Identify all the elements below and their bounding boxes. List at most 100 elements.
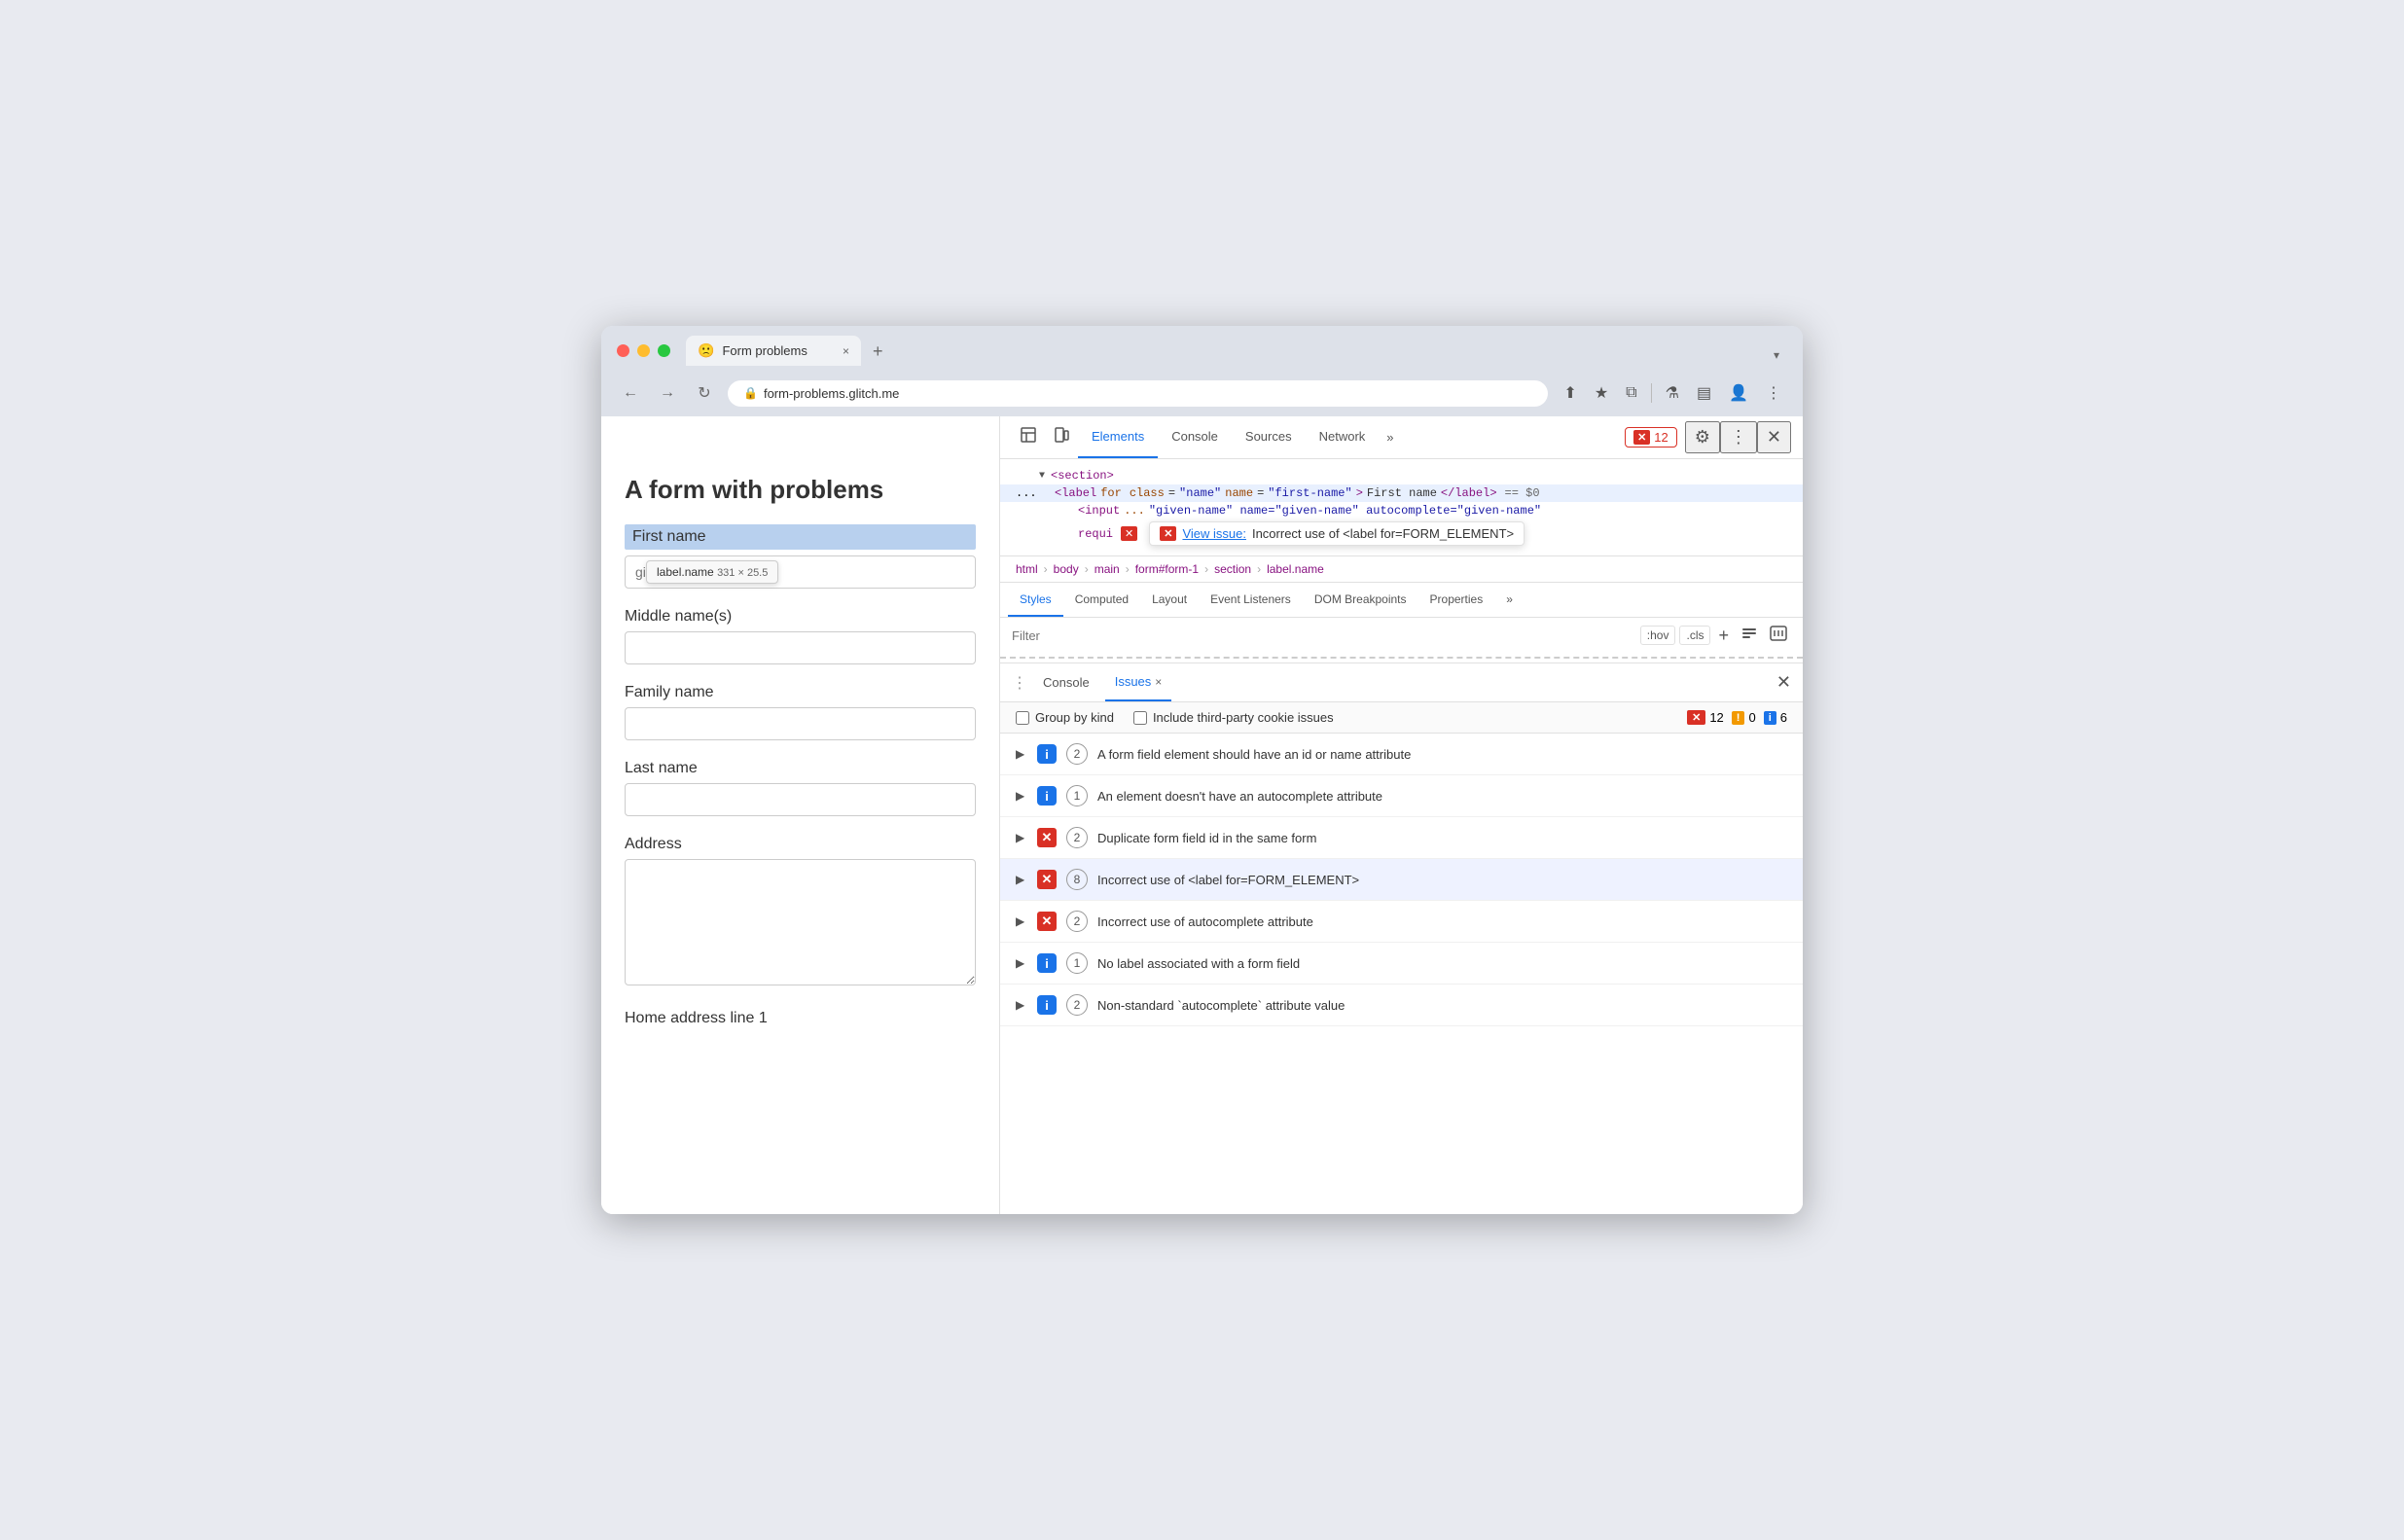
breadcrumb-label[interactable]: label.name — [1263, 560, 1328, 578]
error-count-text: 12 — [1654, 430, 1668, 445]
tab-close-button[interactable]: × — [843, 344, 849, 358]
issues-tab-item[interactable]: Issues × — [1105, 663, 1172, 701]
inline-tooltip-link[interactable]: View issue: — [1182, 526, 1246, 541]
html-error-icon: ✕ — [1121, 526, 1137, 541]
styles-more-tabs[interactable]: » — [1494, 583, 1525, 617]
group-by-kind-checkbox[interactable]: Group by kind — [1016, 710, 1114, 725]
third-party-checkbox[interactable]: Include third-party cookie issues — [1133, 710, 1334, 725]
html-line-input: <input ... "given-name" name="given-name… — [1000, 502, 1803, 519]
styles-panel: Styles Computed Layout Event Listeners D… — [1000, 583, 1803, 663]
issue-row-2[interactable]: ▶ ✕ 2 Duplicate form field id in the sam… — [1000, 817, 1803, 859]
new-style-rule-button[interactable] — [1737, 623, 1762, 649]
error-badge: ✕ — [1687, 710, 1705, 725]
group-by-kind-label: Group by kind — [1035, 710, 1114, 725]
more-tabs-button[interactable]: » — [1379, 430, 1401, 445]
sidebar-button[interactable]: ▤ — [1691, 379, 1717, 407]
menu-button[interactable]: ⋮ — [1760, 379, 1787, 407]
group-by-kind-input[interactable] — [1016, 711, 1029, 725]
issue-icon-6: i — [1037, 995, 1057, 1015]
issues-panel-close-button[interactable]: ✕ — [1776, 672, 1791, 693]
issue-row-3[interactable]: ▶ ✕ 8 Incorrect use of <label for=FORM_E… — [1000, 859, 1803, 901]
html-line-required: requi ✕ ✕ View issue: Incorrect use of <… — [1000, 519, 1803, 548]
issue-count-1: 1 — [1066, 785, 1088, 806]
extensions-button[interactable]: ⧉ — [1620, 380, 1642, 406]
computed-style-button[interactable] — [1766, 623, 1791, 649]
console-tab-item[interactable]: Console — [1033, 663, 1099, 701]
address-input[interactable]: 🔒 form-problems.glitch.me — [728, 380, 1548, 407]
error-count-num: 12 — [1709, 710, 1723, 725]
forward-button[interactable]: → — [654, 379, 681, 407]
address-bar: ← → ↻ 🔒 form-problems.glitch.me ⬆ ★ ⧉ ⚗ … — [601, 374, 1803, 416]
html-attr-input: ... — [1124, 504, 1145, 518]
maximize-traffic-light[interactable] — [658, 344, 670, 357]
device-toolbar-button[interactable] — [1045, 420, 1078, 454]
styles-filter-input[interactable] — [1012, 628, 1633, 643]
address-text: form-problems.glitch.me — [764, 386, 899, 401]
devtools-close-button[interactable]: ✕ — [1757, 421, 1791, 453]
issues-tab-close[interactable]: × — [1155, 675, 1162, 689]
html-panel: ▼ <section> ... <label for class = "name… — [1000, 459, 1803, 556]
address-textarea[interactable] — [625, 859, 976, 985]
tab-console[interactable]: Console — [1158, 416, 1232, 458]
family-name-label: Family name — [625, 684, 976, 701]
styles-tabs: Styles Computed Layout Event Listeners D… — [1000, 583, 1803, 618]
styles-tab-properties[interactable]: Properties — [1418, 583, 1495, 617]
back-button[interactable]: ← — [617, 379, 644, 407]
html-eq2: = — [1168, 486, 1175, 500]
breadcrumb-body[interactable]: body — [1050, 560, 1083, 578]
middle-name-input[interactable] — [625, 631, 976, 664]
tab-sources[interactable]: Sources — [1232, 416, 1306, 458]
issue-arrow-2: ▶ — [1016, 831, 1027, 844]
reload-button[interactable]: ↻ — [691, 379, 718, 407]
active-tab[interactable]: 🙁 Form problems × — [686, 336, 861, 366]
styles-tab-styles[interactable]: Styles — [1008, 583, 1063, 617]
inline-tooltip-text: Incorrect use of <label for=FORM_ELEMENT… — [1252, 526, 1514, 541]
issues-controls: Group by kind Include third-party cookie… — [1000, 702, 1803, 734]
add-style-rule-button[interactable]: + — [1714, 624, 1733, 648]
issue-row-0[interactable]: ▶ i 2 A form field element should have a… — [1000, 734, 1803, 775]
issue-row-6[interactable]: ▶ i 2 Non-standard `autocomplete` attrib… — [1000, 985, 1803, 1026]
issue-text-5: No label associated with a form field — [1097, 956, 1787, 971]
info-count-display: i 6 — [1764, 710, 1787, 725]
issue-row-4[interactable]: ▶ ✕ 2 Incorrect use of autocomplete attr… — [1000, 901, 1803, 943]
breadcrumb-html[interactable]: html — [1012, 560, 1042, 578]
toolbar-divider — [1651, 383, 1652, 403]
tab-elements[interactable]: Elements — [1078, 416, 1158, 458]
title-bar-top: 🙁 Form problems × + ▾ — [617, 336, 1787, 366]
tab-network[interactable]: Network — [1306, 416, 1380, 458]
tab-title: Form problems — [722, 343, 835, 358]
hov-button[interactable]: :hov — [1640, 626, 1676, 645]
share-button[interactable]: ⬆ — [1558, 379, 1582, 407]
devtools-settings-button[interactable]: ⚙ — [1685, 421, 1720, 453]
issue-arrow-6: ▶ — [1016, 998, 1027, 1012]
minimize-traffic-light[interactable] — [637, 344, 650, 357]
issue-row-1[interactable]: ▶ i 1 An element doesn't have an autocom… — [1000, 775, 1803, 817]
profile-button[interactable]: 👤 — [1723, 379, 1754, 407]
html-tag-label-close-part: > — [1356, 486, 1363, 500]
new-tab-button[interactable]: + — [865, 338, 891, 366]
devtools-more-button[interactable]: ⋮ — [1720, 421, 1757, 453]
last-name-input[interactable] — [625, 783, 976, 816]
family-name-input[interactable] — [625, 707, 976, 740]
styles-tab-layout[interactable]: Layout — [1140, 583, 1199, 617]
tab-dropdown-button[interactable]: ▾ — [1766, 344, 1787, 366]
html-tag-label-open: <label — [1055, 486, 1096, 500]
issue-row-5[interactable]: ▶ i 1 No label associated with a form fi… — [1000, 943, 1803, 985]
close-traffic-light[interactable] — [617, 344, 629, 357]
breadcrumb-form[interactable]: form#form-1 — [1131, 560, 1202, 578]
third-party-input[interactable] — [1133, 711, 1147, 725]
cls-button[interactable]: .cls — [1679, 626, 1710, 645]
bookmark-button[interactable]: ★ — [1589, 379, 1614, 407]
collapse-icon[interactable]: ▼ — [1039, 471, 1045, 482]
breadcrumb-section[interactable]: section — [1210, 560, 1255, 578]
error-count-badge[interactable]: ✕ 12 — [1625, 427, 1677, 448]
styles-tab-computed[interactable]: Computed — [1063, 583, 1140, 617]
styles-tab-event-listeners[interactable]: Event Listeners — [1199, 583, 1303, 617]
styles-tab-dom-breakpoints[interactable]: DOM Breakpoints — [1303, 583, 1418, 617]
breadcrumb-main[interactable]: main — [1091, 560, 1124, 578]
title-bar: 🙁 Form problems × + ▾ — [601, 326, 1803, 374]
warn-badge: ! — [1732, 711, 1745, 725]
inspect-element-button[interactable] — [1012, 420, 1045, 454]
page-content: A form with problems First name Middle n… — [625, 475, 976, 1027]
lab-button[interactable]: ⚗ — [1660, 379, 1685, 407]
